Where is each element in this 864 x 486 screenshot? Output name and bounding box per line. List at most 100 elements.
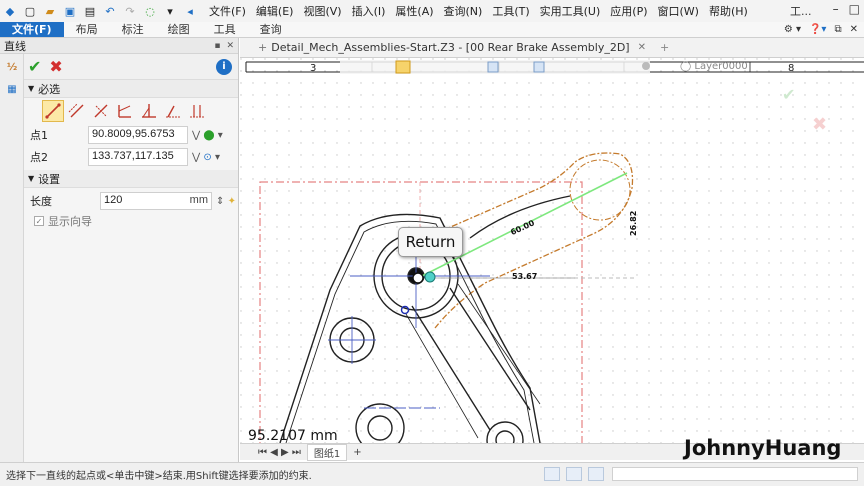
panel-header-controls: ▪ ✕ [214, 41, 234, 51]
svg-text:3: 3 [310, 63, 316, 74]
help-icon[interactable]: ❓▾ [809, 22, 826, 38]
drawing-canvas[interactable]: 3 8 ✔ ✖ 60.00 53.67 26.82 ◯ Layer0000 Re… [240, 58, 864, 443]
redo-icon[interactable]: ↷ [122, 3, 138, 19]
dimension-53: 53.67 [512, 272, 537, 281]
window-controls: – □ [833, 2, 860, 16]
ribbon-settings-icon[interactable]: ⚙ ▾ [784, 22, 801, 38]
add-tab-icon[interactable]: + [660, 41, 669, 54]
line-angle-icon[interactable] [114, 100, 136, 122]
sheet-tab-1[interactable]: 图纸1 [306, 443, 348, 461]
document-tab-bar: + Detail_Mech_Assemblies-Start.Z3 - [00 … [240, 38, 864, 58]
line-perpendicular-icon[interactable] [90, 100, 112, 122]
line-parallel-icon[interactable] [66, 100, 88, 122]
point1-options-icon[interactable]: ⋁ ⬤ ▾ [192, 130, 223, 141]
line-horizontal-icon[interactable] [186, 100, 208, 122]
menu-apps[interactable]: 应用(P) [605, 3, 652, 19]
tab-close-icon[interactable]: ✕ [638, 42, 646, 53]
menu-window[interactable]: 窗口(W) [653, 3, 704, 19]
drawing-svg[interactable]: 3 8 ✔ ✖ 60.00 53.67 26.82 [240, 58, 864, 443]
line-bisector-icon[interactable] [162, 100, 184, 122]
tab-tools[interactable]: 工具 [202, 22, 248, 37]
menu-edit[interactable]: 编辑(E) [251, 3, 299, 19]
print-icon[interactable]: ▤ [82, 3, 98, 19]
ribbon-right-controls: ⚙ ▾ ❓▾ ⧉ ✕ [784, 22, 858, 38]
add-sheet-icon[interactable]: + [353, 447, 361, 458]
ghost-cancel-icon: ✖ [812, 114, 827, 135]
menu-insert[interactable]: 插入(I) [347, 3, 391, 19]
collapse-caret-icon: ▼ [28, 174, 35, 183]
menu-inquire[interactable]: 查询(N) [439, 3, 488, 19]
status-layout-icon[interactable] [544, 467, 560, 481]
document-tab[interactable]: + Detail_Mech_Assemblies-Start.Z3 - [00 … [258, 41, 669, 54]
length-input[interactable]: 120 mm [100, 192, 212, 210]
status-input-field[interactable] [612, 467, 858, 481]
tab-file[interactable]: 文件(F) [0, 22, 64, 37]
chevron-down-icon[interactable]: ▾ [162, 3, 178, 19]
tab-draw[interactable]: 绘图 [156, 22, 202, 37]
tab-layout[interactable]: 布局 [64, 22, 110, 37]
status-grid-icon[interactable] [588, 467, 604, 481]
info-icon[interactable]: i [216, 58, 232, 75]
menu-file[interactable]: 文件(F) [204, 3, 251, 19]
menu-tools[interactable]: 工具(T) [487, 3, 534, 19]
settings-section-label: 设置 [38, 172, 61, 186]
point2-input[interactable]: 133.737,117.135 [88, 148, 188, 166]
tab-annotation[interactable]: 标注 [110, 22, 156, 37]
collapse-caret-icon: ▼ [28, 84, 35, 93]
new-file-icon[interactable]: ▢ [22, 3, 38, 19]
pin-icon[interactable]: ▪ [214, 41, 220, 51]
point1-label: 点1 [30, 129, 48, 142]
line-two-point-icon[interactable] [42, 100, 64, 122]
regen-icon[interactable]: ◌ [142, 3, 158, 19]
svg-text:8: 8 [788, 63, 794, 74]
maximize-icon[interactable]: □ [849, 2, 860, 16]
length-label: 长度 [30, 195, 52, 208]
window-title: 工... [790, 5, 812, 18]
point2-options-icon[interactable]: ⋁ ⊙ ▾ [192, 152, 220, 163]
restore-icon[interactable]: ⧉ [834, 22, 841, 38]
menu-attribute[interactable]: 属性(A) [390, 3, 438, 19]
coordinate-readout: 95.2107 mm [248, 428, 338, 443]
open-file-icon[interactable]: ▰ [42, 3, 58, 19]
show-guide-row[interactable]: ✓ 显示向导 [24, 212, 238, 230]
line-tangent-icon[interactable] [138, 100, 160, 122]
minimize-icon[interactable]: – [833, 2, 839, 16]
return-button[interactable]: Return [398, 227, 463, 257]
fraction-icon[interactable]: ½ [2, 58, 22, 76]
required-section-label: 必选 [38, 82, 61, 96]
length-spinner-icon[interactable]: ⇕ ✦ [216, 196, 236, 207]
line-command-panel: 直线 ▪ ✕ ½ ▦ ✔ ✖ i ▼ 必选 点1 90.8009,95.6753… [0, 38, 239, 462]
show-guide-checkbox[interactable]: ✓ [34, 216, 44, 226]
cancel-button[interactable]: ✖ [49, 57, 62, 76]
layer-tree-icon[interactable]: ▦ [2, 80, 22, 98]
point2-row: 点2 133.737,117.135 ⋁ ⊙ ▾ [24, 146, 238, 168]
menu-help[interactable]: 帮助(H) [704, 3, 753, 19]
tab-inquire[interactable]: 查询 [248, 22, 294, 37]
panel-close-icon[interactable]: ✕ [226, 41, 234, 51]
status-screen-icon[interactable] [566, 467, 582, 481]
settings-section-header[interactable]: ▼ 设置 [24, 170, 238, 188]
save-icon[interactable]: ▣ [62, 3, 78, 19]
required-section-header[interactable]: ▼ 必选 [24, 80, 238, 98]
document-tab-label: Detail_Mech_Assemblies-Start.Z3 - [00 Re… [271, 41, 630, 54]
canvas-toolbar[interactable] [340, 60, 650, 74]
sheet-nav-icons[interactable]: ⏮ ◀ ▶ ⏭ [258, 447, 301, 458]
status-bar: 选择下一直线的起点或<单击中键>结束.用Shift键选择要添加的约束. [0, 462, 864, 486]
app-logo-icon: ◆ [5, 4, 15, 18]
ribbon-tabs: 文件(F) 布局 标注 绘图 工具 查询 ⚙ ▾ ❓▾ ⧉ ✕ [0, 22, 864, 38]
panel-side-strip: ½ ▦ [0, 54, 24, 462]
length-value: 120 [104, 194, 123, 206]
play-icon[interactable]: ◂ [182, 3, 198, 19]
menu-utilities[interactable]: 实用工具(U) [535, 3, 606, 19]
line-mode-row [24, 98, 238, 124]
panel-body: ✔ ✖ i ▼ 必选 点1 90.8009,95.6753 ⋁ ⬤ ▾ 点2 1… [24, 54, 238, 230]
close-icon[interactable]: ✕ [850, 22, 858, 38]
point1-row: 点1 90.8009,95.6753 ⋁ ⬤ ▾ [24, 124, 238, 146]
layer-selector[interactable]: ◯ Layer0000 [680, 61, 748, 72]
point1-input[interactable]: 90.8009,95.6753 [88, 126, 188, 144]
undo-icon[interactable]: ↶ [102, 3, 118, 19]
menu-view[interactable]: 视图(V) [298, 3, 346, 19]
new-tab-icon[interactable]: + [258, 41, 267, 54]
ok-button[interactable]: ✔ [28, 57, 41, 76]
snap-point [424, 271, 436, 283]
